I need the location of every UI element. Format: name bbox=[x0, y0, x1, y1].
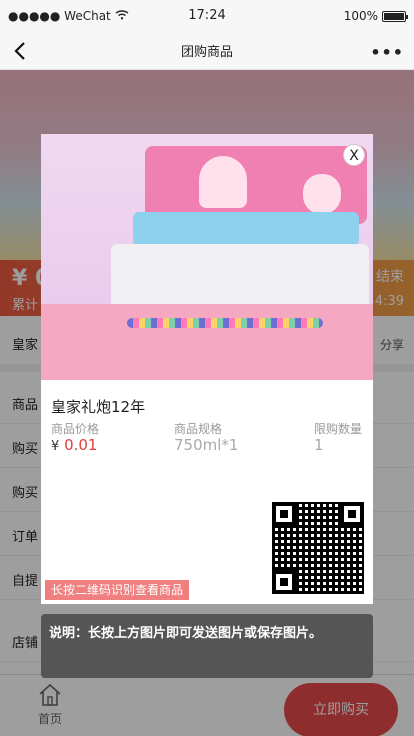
qr-finder bbox=[340, 502, 364, 526]
close-button[interactable]: X bbox=[343, 144, 365, 166]
share-poster[interactable]: X 皇家礼炮12年 商品价格 ¥ 0.01 商品规格 750ml*1 限购数量 … bbox=[41, 134, 373, 604]
battery-status: 100% bbox=[343, 9, 408, 23]
qr-finder bbox=[272, 502, 296, 526]
pencil-case-tray bbox=[133, 212, 359, 246]
qr-code[interactable] bbox=[272, 502, 364, 594]
unicorn-graphic bbox=[303, 174, 341, 214]
pencil-case-base bbox=[41, 304, 373, 380]
unicorn-graphic bbox=[199, 156, 247, 208]
qr-finder bbox=[272, 570, 296, 594]
status-bar: ●●●●● WeChat 17:24 100% bbox=[0, 0, 414, 32]
price-number: 0.01 bbox=[64, 436, 98, 454]
qr-hint-tag: 长按二维码识别查看商品 bbox=[45, 580, 190, 600]
product-image: X bbox=[41, 134, 373, 380]
page-title: 团购商品 bbox=[180, 45, 233, 60]
price-label: 商品价格 bbox=[51, 422, 100, 436]
battery-icon bbox=[382, 10, 408, 22]
poster-product-name: 皇家礼炮12年 bbox=[51, 398, 146, 416]
spec-value: 750ml*1 bbox=[174, 436, 239, 454]
save-tip: 说明：长按上方图片即可发送图片或保存图片。 bbox=[41, 614, 373, 678]
more-icon[interactable]: ••• bbox=[370, 43, 404, 62]
limit-label: 限购数量 bbox=[314, 422, 363, 436]
nav-bar: 团购商品 ••• bbox=[0, 32, 414, 70]
limit-value: 1 bbox=[314, 436, 324, 454]
spec-label: 商品规格 bbox=[174, 422, 223, 436]
battery-percent: 100% bbox=[343, 9, 378, 23]
bead-decoration bbox=[127, 318, 323, 328]
price-value: ¥ 0.01 bbox=[51, 436, 97, 454]
currency-symbol: ¥ bbox=[51, 439, 60, 454]
